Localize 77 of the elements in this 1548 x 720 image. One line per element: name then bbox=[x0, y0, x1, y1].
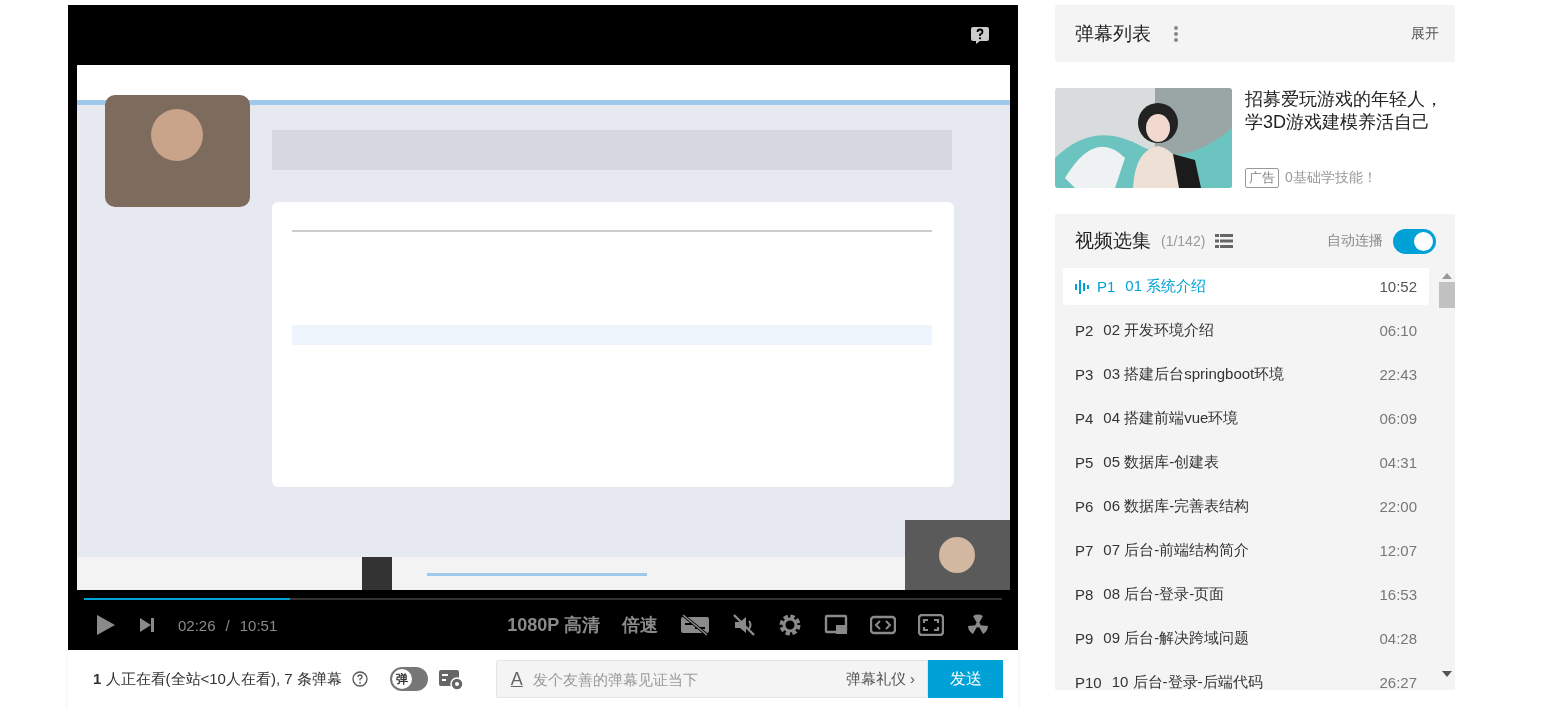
episode-duration: 10:52 bbox=[1379, 278, 1417, 295]
episode-item[interactable]: P2 02 开发环境介绍 06:10 bbox=[1063, 312, 1429, 349]
episode-title: 05 数据库-创建表 bbox=[1103, 453, 1220, 472]
danmaku-toggle[interactable]: 弹 bbox=[389, 667, 428, 691]
duration-time: 10:51 bbox=[239, 616, 278, 634]
episode-number: P5 bbox=[1075, 454, 1094, 471]
episode-duration: 16:53 bbox=[1379, 586, 1417, 603]
episode-title: 01 系统介绍 bbox=[1125, 277, 1207, 296]
episode-number: P8 bbox=[1075, 586, 1094, 603]
subtitle-off-icon[interactable] bbox=[680, 614, 710, 636]
playlist-title: 视频选集 bbox=[1075, 229, 1151, 253]
ad-subtitle: 0基础学技能！ bbox=[1285, 169, 1377, 187]
episode-duration: 04:28 bbox=[1379, 630, 1417, 647]
widescreen-icon[interactable] bbox=[870, 615, 896, 635]
episode-title: 04 搭建前端vue环境 bbox=[1103, 409, 1239, 428]
episode-title: 06 数据库-完善表结构 bbox=[1103, 497, 1250, 516]
episode-item[interactable]: P6 06 数据库-完善表结构 22:00 bbox=[1063, 488, 1429, 525]
episode-title: 10 后台-登录-后端代码 bbox=[1111, 673, 1263, 690]
picture-in-picture-icon[interactable] bbox=[824, 614, 848, 636]
help-icon[interactable] bbox=[970, 26, 990, 44]
episode-duration: 26:27 bbox=[1379, 674, 1417, 690]
current-time: 02:26 bbox=[178, 616, 216, 634]
scroll-up-icon[interactable] bbox=[1442, 273, 1452, 279]
settings-icon[interactable] bbox=[778, 613, 802, 637]
episode-item[interactable]: P9 09 后台-解决跨域问题 04:28 bbox=[1063, 620, 1429, 657]
episode-duration: 06:09 bbox=[1379, 410, 1417, 427]
ad-title-link[interactable]: 招募爱玩游戏的年轻人，学3D游戏建模养活自己 bbox=[1245, 88, 1455, 134]
episode-item[interactable]: P3 03 搭建后台springboot环境 22:43 bbox=[1063, 356, 1429, 393]
episode-item[interactable]: P8 08 后台-登录-页面 16:53 bbox=[1063, 576, 1429, 613]
mute-icon[interactable] bbox=[732, 613, 756, 637]
viewer-count-text: 1 人正在看(全站<10人在看), 7 条弹幕 bbox=[93, 669, 342, 689]
episode-item[interactable]: P7 07 后台-前端结构简介 12:07 bbox=[1063, 532, 1429, 569]
radiation-icon[interactable] bbox=[966, 613, 990, 637]
play-icon[interactable] bbox=[94, 614, 116, 636]
danmaku-input-field[interactable]: A 发个友善的弹幕见证当下 弹幕礼仪 › bbox=[495, 660, 928, 698]
ad-tag: 广告 bbox=[1245, 168, 1279, 188]
episode-number: P6 bbox=[1075, 498, 1094, 515]
episode-title: 09 后台-解决跨域问题 bbox=[1103, 629, 1250, 648]
more-icon[interactable] bbox=[1173, 24, 1179, 43]
quality-button[interactable]: 1080P 高清 bbox=[507, 613, 600, 637]
next-icon[interactable] bbox=[138, 616, 156, 634]
episode-number: P4 bbox=[1075, 410, 1094, 427]
episode-title: 08 后台-登录-页面 bbox=[1103, 585, 1225, 604]
danmaku-etiquette-link[interactable]: 弹幕礼仪 › bbox=[845, 669, 915, 689]
episode-item[interactable]: P5 05 数据库-创建表 04:31 bbox=[1063, 444, 1429, 481]
text-style-button[interactable]: A bbox=[510, 668, 523, 690]
playing-wave-icon bbox=[1075, 279, 1089, 294]
panel-title: 弹幕列表 bbox=[1075, 21, 1151, 46]
episode-number: P3 bbox=[1075, 366, 1094, 383]
autoplay-label: 自动连播 bbox=[1327, 232, 1383, 250]
list-icon[interactable] bbox=[1215, 234, 1234, 248]
episode-title: 03 搭建后台springboot环境 bbox=[1103, 365, 1285, 384]
time-separator: / bbox=[225, 616, 230, 634]
episode-count: (1/142) bbox=[1161, 233, 1206, 249]
episode-duration: 22:43 bbox=[1379, 366, 1417, 383]
episode-duration: 04:31 bbox=[1379, 454, 1417, 471]
episode-number: P1 bbox=[1097, 278, 1116, 295]
episode-duration: 12:07 bbox=[1379, 542, 1417, 559]
episode-item[interactable]: P4 04 搭建前端vue环境 06:09 bbox=[1063, 400, 1429, 437]
episode-number: P7 bbox=[1075, 542, 1094, 559]
episode-number: P2 bbox=[1075, 322, 1094, 339]
fullscreen-icon[interactable] bbox=[918, 614, 944, 636]
expand-button[interactable]: 展开 bbox=[1411, 24, 1439, 43]
scroll-thumb[interactable] bbox=[1439, 282, 1455, 308]
speed-button[interactable]: 倍速 bbox=[622, 613, 658, 637]
episode-title: 07 后台-前端结构简介 bbox=[1103, 541, 1250, 560]
danmaku-settings-icon[interactable] bbox=[437, 668, 464, 690]
episode-number: P10 bbox=[1075, 674, 1102, 690]
episode-duration: 06:10 bbox=[1379, 322, 1417, 339]
autoplay-toggle[interactable] bbox=[1393, 228, 1436, 254]
episode-duration: 22:00 bbox=[1379, 498, 1417, 515]
episode-number: P9 bbox=[1075, 630, 1094, 647]
help-icon[interactable] bbox=[351, 671, 368, 687]
episode-title: 02 开发环境介绍 bbox=[1103, 321, 1215, 340]
episode-item[interactable]: P10 10 后台-登录-后端代码 26:27 bbox=[1063, 664, 1429, 690]
scroll-down-icon[interactable] bbox=[1442, 671, 1452, 677]
episode-item[interactable]: P1 01 系统介绍 10:52 bbox=[1063, 268, 1429, 305]
